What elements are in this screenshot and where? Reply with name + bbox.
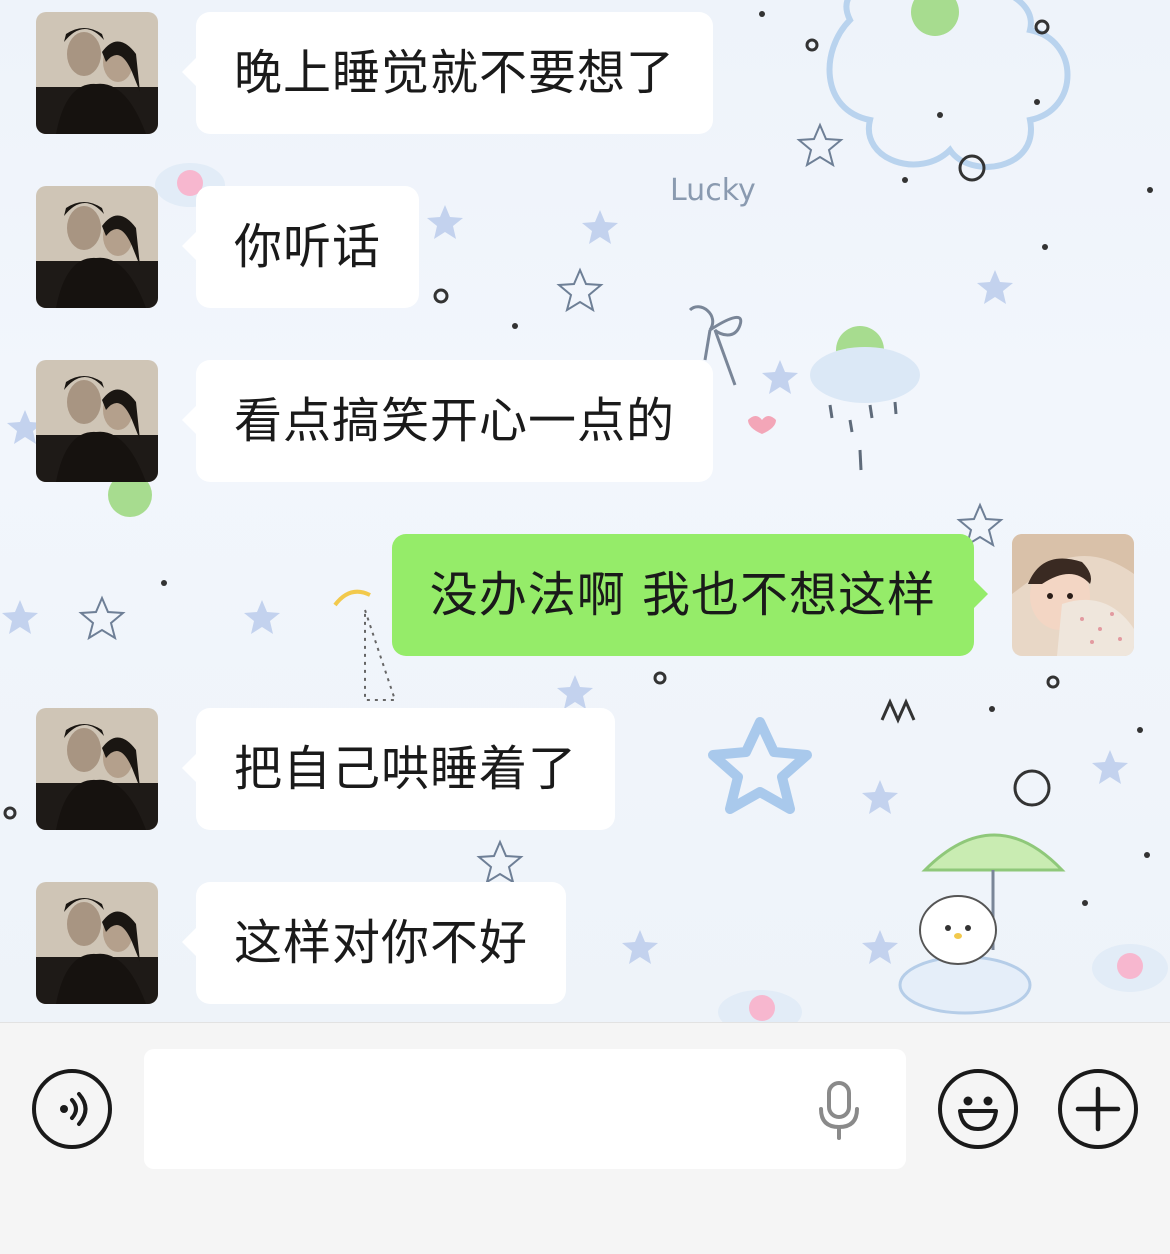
- contact-avatar[interactable]: [36, 12, 158, 134]
- emoji-button[interactable]: [938, 1069, 1018, 1149]
- voice-icon: [60, 1092, 88, 1126]
- wallpaper: Lucky: [2, 0, 1168, 1022]
- message-bubble-outgoing[interactable]: 没办法啊 我也不想这样: [391, 534, 989, 656]
- message-row: 你听话: [0, 184, 1170, 308]
- plus-icon: [1075, 1086, 1121, 1132]
- message-row: 这样对你不好: [0, 880, 1170, 1004]
- chat-area[interactable]: Lucky 晚上睡觉就不要想了 你听话 看点搞笑开心一点的 没办法啊 我也不想这…: [0, 0, 1170, 1022]
- message-bubble[interactable]: 你听话: [181, 186, 420, 308]
- self-avatar[interactable]: [1012, 534, 1134, 656]
- contact-avatar[interactable]: [36, 360, 158, 482]
- couple-avatar-image: [36, 12, 158, 134]
- girl-avatar-image: [1012, 534, 1134, 656]
- message-row: 看点搞笑开心一点的: [0, 358, 1170, 482]
- voice-button[interactable]: [32, 1069, 112, 1149]
- emoji-icon: [958, 1096, 998, 1131]
- message-input[interactable]: [144, 1049, 906, 1169]
- microphone-icon[interactable]: [814, 1081, 864, 1141]
- message-bubble[interactable]: 晚上睡觉就不要想了: [181, 12, 714, 134]
- couple-avatar-image: [36, 882, 158, 1004]
- couple-avatar-image: [36, 708, 158, 830]
- contact-avatar[interactable]: [36, 708, 158, 830]
- message-bubble[interactable]: 这样对你不好: [181, 882, 567, 1004]
- input-bar: [0, 1022, 1170, 1254]
- couple-avatar-image: [36, 360, 158, 482]
- message-row: 晚上睡觉就不要想了: [0, 10, 1170, 134]
- message-bubble[interactable]: 把自己哄睡着了: [181, 708, 616, 830]
- message-row: 把自己哄睡着了: [0, 706, 1170, 830]
- contact-avatar[interactable]: [36, 186, 158, 308]
- message-row: 没办法啊 我也不想这样: [0, 532, 1170, 656]
- contact-avatar[interactable]: [36, 882, 158, 1004]
- couple-avatar-image: [36, 186, 158, 308]
- message-bubble[interactable]: 看点搞笑开心一点的: [181, 360, 714, 482]
- more-button[interactable]: [1058, 1069, 1138, 1149]
